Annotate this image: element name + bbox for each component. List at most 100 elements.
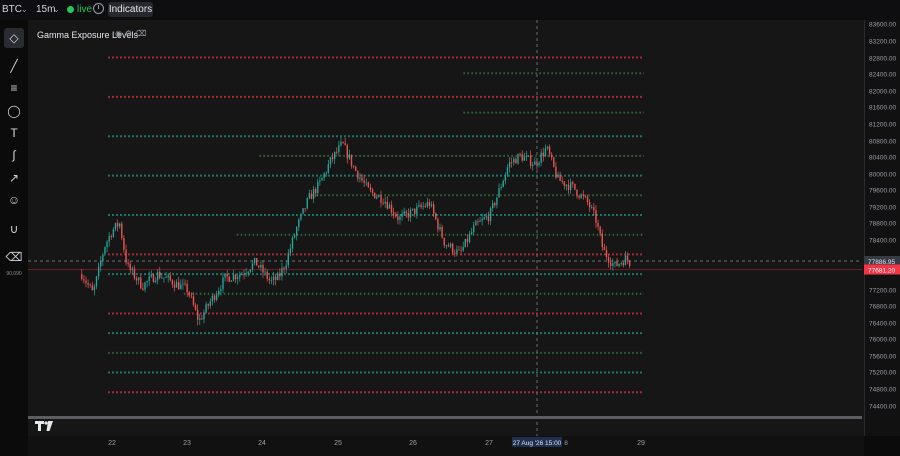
candle-body <box>87 283 89 285</box>
candle-body <box>314 188 317 194</box>
candle-body <box>112 229 115 237</box>
candle-body <box>441 226 443 238</box>
candle-body <box>91 285 94 291</box>
candle-body <box>121 223 123 239</box>
candle-body <box>609 262 612 266</box>
candle-body <box>95 276 98 287</box>
candle-body <box>369 187 372 190</box>
candle-body <box>616 261 618 266</box>
candle-body <box>401 214 403 217</box>
candle-body <box>93 286 96 291</box>
candle-body <box>237 277 239 280</box>
candle-body <box>159 271 161 279</box>
candle-body <box>201 318 203 320</box>
price-tick-label: 74400.00 <box>869 404 896 411</box>
price-tick-label: 74800.00 <box>869 387 896 394</box>
candle-body <box>255 257 258 266</box>
candle-body <box>190 295 193 297</box>
time-scrollbar <box>28 416 862 419</box>
price-tick-label: 81600.00 <box>869 105 896 112</box>
price-tick-label: 76800.00 <box>869 304 896 311</box>
candle-body <box>230 280 233 282</box>
candle-body <box>601 233 603 248</box>
candle-body <box>165 277 167 279</box>
candle-body <box>352 165 355 167</box>
eye-icon[interactable]: ◉ <box>115 29 122 38</box>
candle-body <box>416 206 418 214</box>
candle-body <box>142 288 144 290</box>
candle-body <box>310 193 313 200</box>
candle-body <box>454 252 456 254</box>
candle-body <box>618 263 620 266</box>
candle-body <box>344 143 346 146</box>
candle-body <box>544 148 547 157</box>
candle-body <box>534 161 536 165</box>
candle-body <box>258 265 260 268</box>
candle-body <box>247 271 249 274</box>
candle-body <box>485 216 488 218</box>
candle-body <box>163 277 165 279</box>
candle-body <box>405 211 407 214</box>
price-tick-label: 79200.00 <box>869 205 896 212</box>
candle-body <box>612 263 614 266</box>
crosshair-time-label: 27 Aug '26 15:00 <box>513 440 562 447</box>
candle-body <box>140 277 142 289</box>
candle-body <box>251 263 254 270</box>
last-price-label: 77681.20 <box>868 268 895 275</box>
candle-body <box>462 247 464 251</box>
price-tick-label: 78800.00 <box>869 221 896 228</box>
candle-body <box>584 195 587 197</box>
candle-body <box>487 216 490 221</box>
candle-body <box>458 249 460 251</box>
candle-body <box>409 209 412 218</box>
candle-body <box>456 249 458 254</box>
candle-body <box>135 278 138 281</box>
candle-body <box>397 216 399 220</box>
candle-body <box>192 296 195 305</box>
candle-body <box>321 177 323 181</box>
candle-body <box>525 155 528 157</box>
price-tick-label: 80400.00 <box>869 155 896 162</box>
candle-body <box>422 206 424 207</box>
trash-icon[interactable]: ⌫ <box>135 29 146 38</box>
candle-body <box>104 247 106 255</box>
candle-body <box>580 194 582 198</box>
candle-body <box>546 146 549 149</box>
candle-body <box>464 238 466 248</box>
candle-body <box>287 253 289 266</box>
candle-body <box>161 277 163 279</box>
candle-body <box>110 236 112 237</box>
candle-body <box>388 204 391 209</box>
settings-icon[interactable]: ⚙ <box>125 29 132 38</box>
candle-body <box>586 196 589 203</box>
candle-body <box>266 271 268 279</box>
candle-body <box>325 172 327 174</box>
candle-body <box>173 284 176 288</box>
time-tick-label: 25 <box>334 440 342 447</box>
candle-body <box>100 261 102 267</box>
candle-body <box>468 234 471 243</box>
candle-body <box>129 263 131 271</box>
candle-body <box>597 222 599 227</box>
candle-body <box>127 262 129 264</box>
candle-body <box>420 204 422 207</box>
candle-body <box>614 261 616 264</box>
candle-body <box>475 221 477 226</box>
candle-body <box>435 213 437 220</box>
candle-body <box>542 152 544 157</box>
candle-body <box>508 161 511 168</box>
price-tick-label: 75600.00 <box>869 354 896 361</box>
candle-body <box>196 309 199 320</box>
candle-body <box>239 275 241 278</box>
candle-body <box>348 154 351 159</box>
candle-body <box>81 274 83 280</box>
candle-body <box>443 237 445 246</box>
candle-body <box>133 268 136 279</box>
candle-body <box>89 284 91 286</box>
candle-body <box>603 247 606 251</box>
candle-body <box>561 180 563 182</box>
candle-body <box>359 177 361 179</box>
candle-body <box>302 208 304 214</box>
candle-body <box>576 189 578 196</box>
candle-body <box>224 273 226 278</box>
